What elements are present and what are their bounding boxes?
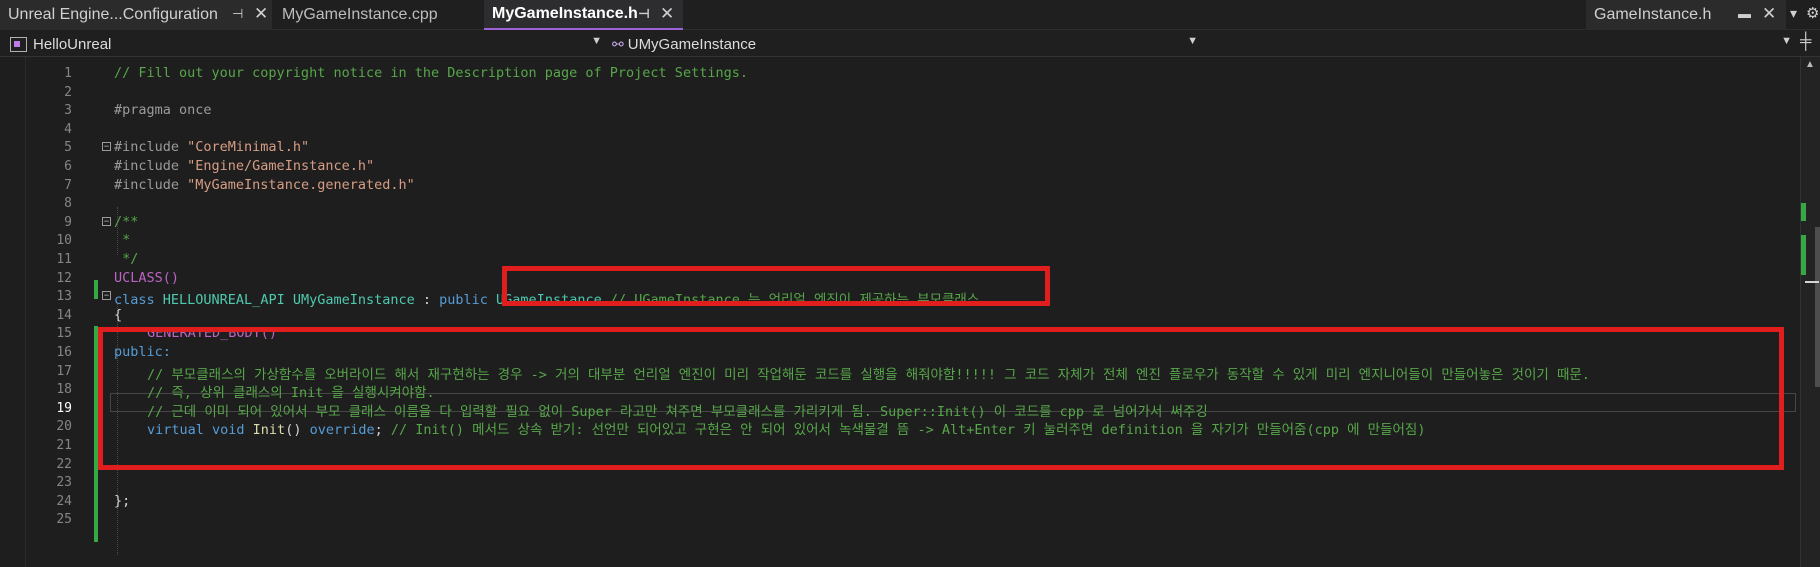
line-number: 4: [64, 122, 72, 137]
project-icon: [10, 36, 27, 52]
line-code: #pragma once: [114, 102, 212, 118]
split-editor-icon[interactable]: ╪: [1800, 33, 1811, 51]
code-line: 2: [0, 83, 1800, 102]
line-number: 24: [56, 494, 72, 509]
caret-position-marker: [1805, 281, 1819, 283]
navigation-bar: HelloUnreal ▼ ⚯ UMyGameInstance ▼ ▼: [0, 30, 1820, 57]
line-number: 14: [56, 308, 72, 323]
project-label: HelloUnreal: [33, 35, 112, 53]
collapse-icon[interactable]: −: [102, 291, 111, 300]
code-editor[interactable]: 1 // Fill out your copyright notice in t…: [0, 57, 1820, 567]
line-number: 25: [56, 512, 72, 527]
line-number: 1: [64, 66, 72, 81]
change-marker: [1801, 235, 1806, 275]
code-line: 8: [0, 194, 1800, 213]
line-number: 16: [56, 345, 72, 360]
vertical-scrollbar[interactable]: ▲: [1800, 57, 1820, 567]
line-code: };: [114, 493, 131, 509]
code-line: 3 #pragma once: [0, 101, 1800, 120]
line-number: 7: [64, 178, 72, 193]
code-line: 5 − #include "CoreMinimal.h": [0, 138, 1800, 157]
line-code: {: [114, 307, 123, 323]
document-tab-bar: Unreal Engine...Configuration ⊣ ✕ MyGame…: [0, 0, 1820, 30]
scope-label: UMyGameInstance: [627, 35, 757, 53]
line-code: // Fill out your copyright notice in the…: [114, 65, 748, 81]
tab-label: Unreal Engine...Configuration: [8, 6, 218, 23]
tab-label: MyGameInstance.h: [492, 5, 638, 22]
scrollbar-thumb[interactable]: [1815, 227, 1820, 387]
line-number: 18: [56, 382, 72, 397]
line-number: 2: [64, 85, 72, 100]
line-code: UCLASS(): [114, 270, 180, 286]
tab-mygameinstance-cpp[interactable]: MyGameInstance.cpp: [274, 0, 484, 30]
pin-icon[interactable]: ⊣: [232, 6, 243, 22]
line-number: 17: [56, 364, 72, 379]
preview-pin-icon[interactable]: ▬: [1738, 6, 1751, 21]
code-line: 14 {: [0, 306, 1800, 325]
project-dropdown[interactable]: HelloUnreal ▼: [10, 33, 606, 55]
code-line: 10 *: [0, 231, 1800, 250]
code-line: 23: [0, 473, 1800, 492]
chevron-down-icon: ▼: [591, 35, 602, 47]
code-line: 7 #include "MyGameInstance.generated.h": [0, 176, 1800, 195]
tab-gameinstance-h[interactable]: GameInstance.h ▬ ✕: [1586, 0, 1786, 30]
code-line: 1 // Fill out your copyright notice in t…: [0, 64, 1800, 83]
code-line: 24 };: [0, 492, 1800, 511]
line-number: 11: [56, 252, 72, 267]
line-number: 8: [64, 196, 72, 211]
line-number: 3: [64, 103, 72, 118]
member-dropdown[interactable]: ▼: [1206, 33, 1796, 55]
collapse-icon[interactable]: −: [102, 217, 111, 226]
line-number: 13: [56, 289, 72, 304]
line-code: /**: [114, 214, 139, 230]
line-code: *: [114, 232, 131, 248]
code-line: 6 #include "Engine/GameInstance.h": [0, 157, 1800, 176]
line-number: 20: [56, 419, 72, 434]
change-marker: [1801, 203, 1806, 221]
line-code: #include "MyGameInstance.generated.h": [114, 177, 415, 193]
line-number: 5: [64, 140, 72, 155]
line-code: #include "CoreMinimal.h": [114, 139, 310, 155]
pin-icon[interactable]: ⊣: [638, 6, 650, 22]
line-number: 21: [56, 438, 72, 453]
line-code: */: [114, 251, 139, 267]
annotation-box-public-section: [98, 327, 1784, 470]
line-number: 19: [56, 401, 72, 416]
line-number: 23: [56, 475, 72, 490]
line-number: 10: [56, 233, 72, 248]
close-icon[interactable]: ✕: [660, 4, 674, 24]
line-code: #include "Engine/GameInstance.h": [114, 158, 375, 174]
chevron-down-icon[interactable]: ▾: [1790, 5, 1797, 22]
code-line: 25: [0, 510, 1800, 529]
tab-label: MyGameInstance.cpp: [282, 6, 438, 23]
code-line: 4: [0, 120, 1800, 139]
chevron-down-icon: ▼: [1187, 35, 1198, 47]
collapse-icon[interactable]: −: [102, 142, 111, 151]
code-line: 9 − /**: [0, 213, 1800, 232]
scope-dropdown[interactable]: ⚯ UMyGameInstance ▼: [612, 33, 1202, 55]
line-number: 12: [56, 271, 72, 286]
close-icon[interactable]: ✕: [254, 4, 268, 24]
line-number: 6: [64, 159, 72, 174]
line-number: 15: [56, 326, 72, 341]
tab-unreal-engine-configuration[interactable]: Unreal Engine...Configuration ⊣ ✕: [0, 0, 272, 30]
annotation-box-parent-class: [502, 266, 1050, 306]
tab-label: GameInstance.h: [1594, 6, 1712, 23]
tab-mygameinstance-h[interactable]: MyGameInstance.h ⊣ ✕: [484, 0, 683, 30]
close-icon[interactable]: ✕: [1762, 4, 1776, 24]
line-number: 9: [64, 215, 72, 230]
class-icon: ⚯: [612, 35, 624, 52]
chevron-up-icon[interactable]: ▲: [1805, 59, 1815, 70]
gear-icon[interactable]: ⚙: [1806, 4, 1819, 22]
chevron-down-icon: ▼: [1781, 35, 1792, 47]
line-number: 22: [56, 457, 72, 472]
